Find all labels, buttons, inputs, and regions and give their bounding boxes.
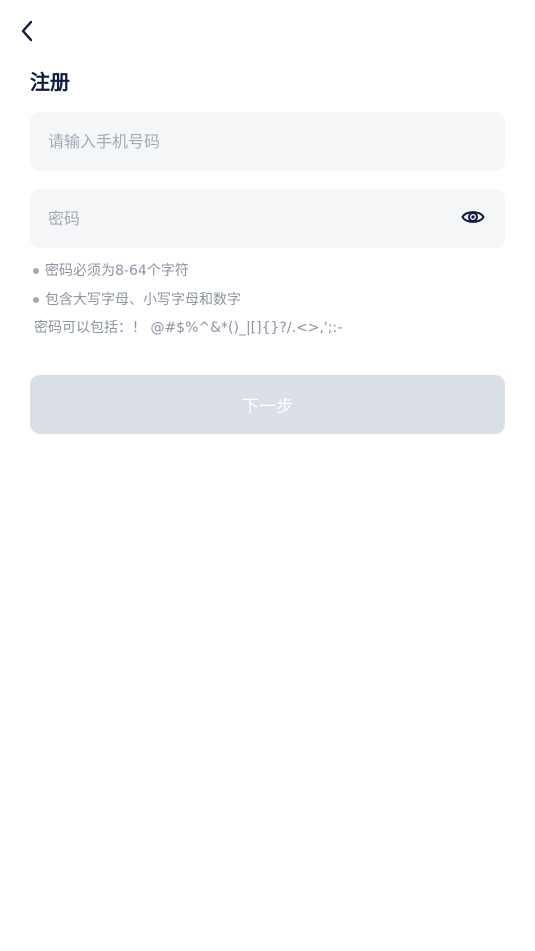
phone-input[interactable] (30, 112, 505, 171)
bullet-dot-icon (33, 297, 39, 303)
password-input[interactable] (30, 189, 505, 248)
page-title: 注册 (30, 70, 70, 94)
password-field[interactable] (30, 189, 505, 248)
password-visibility-toggle[interactable] (460, 206, 486, 232)
password-rule-allowed-chars: 密码可以包括：！ @#$%^&*()_|[]{}?/.<>,';:- (34, 318, 342, 338)
chevron-left-icon (20, 20, 34, 46)
password-rule-case: 包含大写字母、小写字母和数字 (33, 290, 241, 310)
back-button[interactable] (14, 20, 40, 46)
password-rule-case-text: 包含大写字母、小写字母和数字 (45, 292, 241, 308)
eye-icon (461, 208, 485, 230)
next-step-button[interactable]: 下一步 (30, 375, 505, 434)
password-rule-length-text: 密码必须为8-64个字符 (45, 263, 189, 279)
bullet-dot-icon (33, 268, 39, 274)
password-rule-length: 密码必须为8-64个字符 (33, 261, 189, 281)
phone-field[interactable] (30, 112, 505, 171)
password-rule-allowed-text: 密码可以包括：！ @#$%^&*()_|[]{}?/.<>,';:- (34, 320, 343, 336)
